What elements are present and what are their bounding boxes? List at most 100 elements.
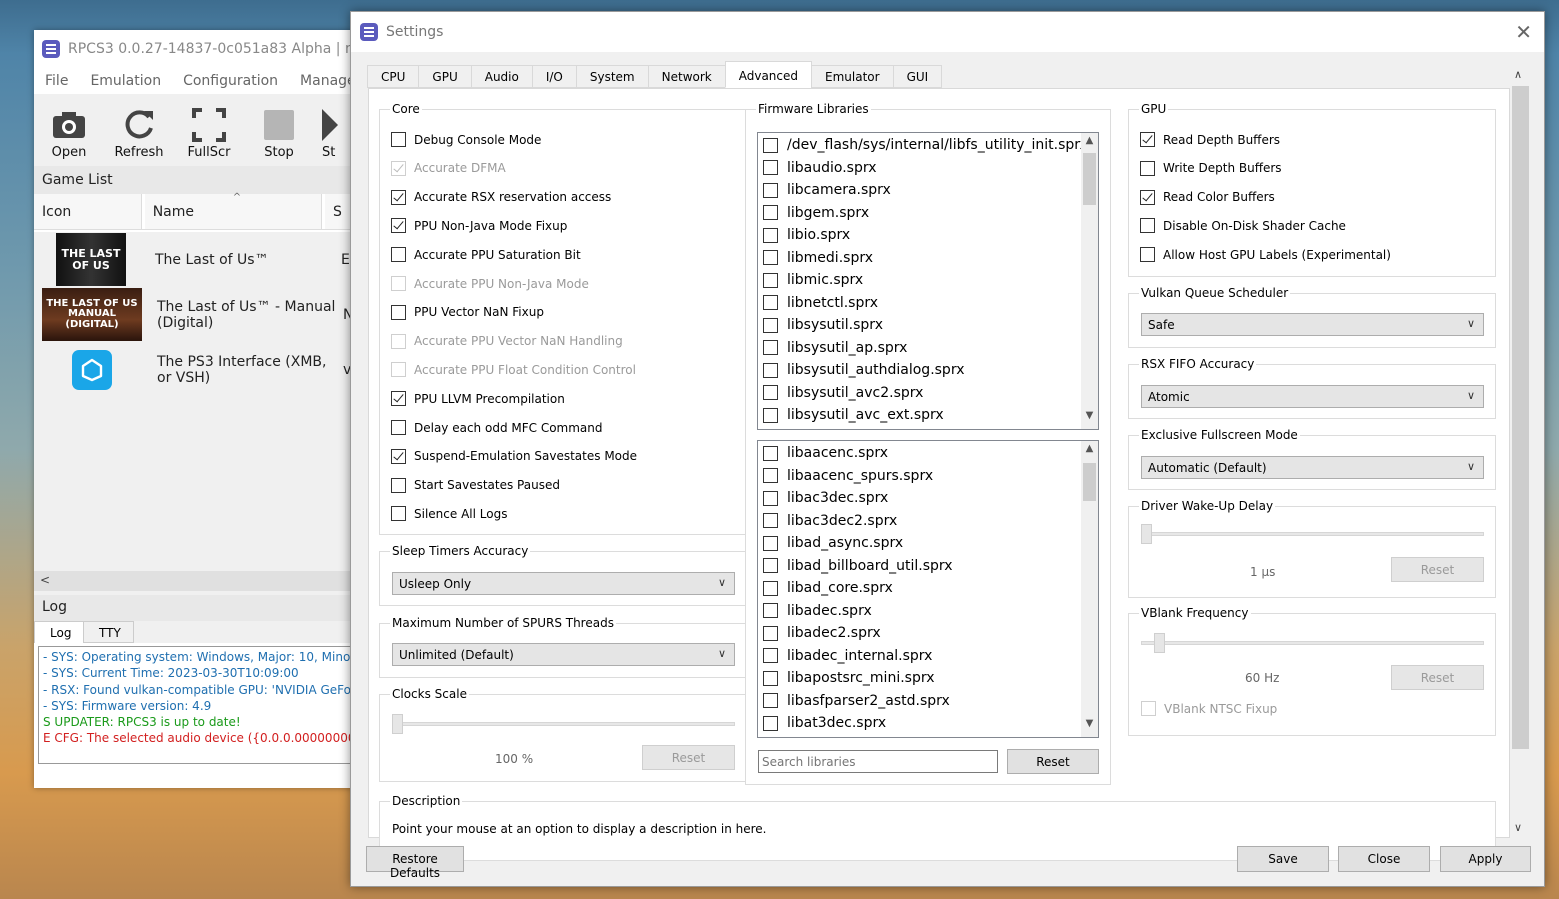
column-icon[interactable]: Icon [34, 194, 142, 229]
library-item[interactable]: libapostsrc_mini.sprx [758, 667, 1098, 690]
close-icon[interactable]: ✕ [1515, 20, 1532, 44]
library-item[interactable]: /dev_flash/sys/internal/libfs_utility_in… [758, 134, 1098, 157]
option-checkbox[interactable]: Debug Console Mode [391, 132, 541, 147]
tab-tty[interactable]: TTY [84, 621, 134, 643]
library-item[interactable]: libadec_internal.sprx [758, 645, 1098, 668]
scroll-thumb[interactable] [1083, 463, 1096, 501]
firmware-reset-button[interactable]: Reset [1007, 749, 1099, 774]
apply-button[interactable]: Apply [1440, 846, 1531, 872]
option-checkbox[interactable]: Accurate RSX reservation access [391, 189, 611, 205]
tab-advanced[interactable]: Advanced [724, 61, 813, 88]
library-item[interactable]: libio.sprx [758, 224, 1098, 247]
horizontal-scrollbar[interactable]: < [34, 571, 364, 591]
option-checkbox[interactable]: PPU LLVM Precompilation [391, 391, 565, 407]
clocks-slider-handle[interactable] [392, 714, 403, 734]
vulkan-queue-select[interactable]: Safe ∨ [1141, 313, 1484, 336]
close-button[interactable]: Close [1338, 846, 1430, 872]
option-checkbox[interactable]: Accurate PPU Non-Java Mode [391, 276, 589, 291]
tab-emulator[interactable]: Emulator [811, 65, 894, 88]
clocks-slider[interactable] [392, 722, 735, 726]
column-name[interactable]: Name ^ [144, 192, 323, 229]
menu-configuration[interactable]: Configuration [172, 73, 289, 89]
start-button[interactable]: St [314, 105, 344, 160]
library-item[interactable]: libat3dec.sprx [758, 712, 1098, 735]
library-item[interactable]: libnetctl.sprx [758, 292, 1098, 315]
game-row[interactable]: THE LAST OF US MANUAL (DIGITAL) The Last… [34, 287, 364, 342]
option-checkbox[interactable]: Read Color Buffers [1140, 189, 1275, 205]
library-item[interactable]: libasfparser2_astd.sprx [758, 690, 1098, 713]
fullscreen-select[interactable]: Automatic (Default) ∨ [1141, 456, 1484, 479]
game-row[interactable]: The PS3 Interface (XMB, or VSH) v [34, 342, 364, 397]
option-checkbox[interactable]: PPU Vector NaN Fixup [391, 304, 544, 320]
fullscreen-button[interactable]: FullScr [174, 105, 244, 160]
option-checkbox[interactable]: Disable On-Disk Shader Cache [1140, 218, 1346, 234]
open-button[interactable]: Open [34, 105, 104, 160]
tab-log[interactable]: Log [34, 621, 84, 643]
wakeup-reset-button[interactable]: Reset [1391, 557, 1484, 582]
search-libraries-input[interactable] [758, 750, 998, 773]
option-checkbox[interactable]: Accurate PPU Saturation Bit [391, 247, 581, 263]
firmware-list-scrollbar[interactable]: ▲ ▼ [1081, 133, 1098, 429]
scroll-up-icon[interactable]: ∧ [1514, 68, 1522, 81]
option-checkbox[interactable]: Accurate DFMA [391, 160, 506, 176]
wakeup-slider[interactable] [1141, 532, 1484, 536]
library-item[interactable]: libsysutil_avc2.sprx [758, 382, 1098, 405]
save-button[interactable]: Save [1237, 846, 1329, 872]
tab-network[interactable]: Network [647, 65, 726, 88]
vblank-ntsc-checkbox[interactable]: VBlank NTSC Fixup [1141, 701, 1277, 716]
option-checkbox[interactable]: Allow Host GPU Labels (Experimental) [1140, 247, 1391, 263]
log-output[interactable]: - SYS: Operating system: Windows, Major:… [38, 646, 360, 764]
option-checkbox[interactable]: PPU Non-Java Mode Fixup [391, 218, 567, 234]
firmware-list-2-scrollbar[interactable]: ▲ ▼ [1081, 441, 1098, 737]
library-item[interactable]: libaudio.sprx [758, 157, 1098, 180]
library-item[interactable]: libmic.sprx [758, 269, 1098, 292]
library-item[interactable]: libcamera.sprx [758, 179, 1098, 202]
library-item[interactable]: libadec2.sprx [758, 622, 1098, 645]
clocks-reset-button[interactable]: Reset [642, 745, 735, 770]
library-item[interactable]: libad_async.sprx [758, 532, 1098, 555]
library-item[interactable]: libmedi.sprx [758, 247, 1098, 270]
library-item[interactable]: libadec.sprx [758, 600, 1098, 623]
scroll-thumb[interactable] [1083, 153, 1096, 205]
library-item[interactable]: libad_core.sprx [758, 577, 1098, 600]
scroll-thumb[interactable] [1512, 86, 1529, 749]
firmware-list-2[interactable]: libaacenc.sprx libaacenc_spurs.sprx libac3… [757, 440, 1099, 738]
library-item[interactable]: libac3dec2.sprx [758, 510, 1098, 533]
firmware-list[interactable]: /dev_flash/sys/internal/libfs_utility_in… [757, 132, 1099, 430]
library-item[interactable]: libsysutil.sprx [758, 314, 1098, 337]
wakeup-slider-handle[interactable] [1141, 524, 1152, 544]
scroll-down-icon[interactable]: ▼ [1081, 718, 1098, 735]
menu-emulation[interactable]: Emulation [79, 73, 172, 89]
rsx-fifo-select[interactable]: Atomic ∨ [1141, 385, 1484, 408]
spurs-select[interactable]: Unlimited (Default) ∨ [392, 643, 735, 666]
settings-scrollbar[interactable]: ∧ ∨ [1511, 66, 1529, 836]
library-item[interactable]: libgem.sprx [758, 202, 1098, 225]
tab-io[interactable]: I/O [531, 65, 577, 88]
library-item[interactable]: libsysutil_authdialog.sprx [758, 359, 1098, 382]
sleep-timers-select[interactable]: Usleep Only ∨ [392, 572, 735, 595]
scroll-up-icon[interactable]: ▲ [1081, 135, 1098, 152]
tab-audio[interactable]: Audio [470, 65, 533, 88]
option-checkbox[interactable]: Delay each odd MFC Command [391, 420, 603, 435]
option-checkbox[interactable]: Write Depth Buffers [1140, 160, 1282, 176]
vblank-slider-handle[interactable] [1154, 633, 1165, 653]
tab-system[interactable]: System [575, 65, 649, 88]
refresh-button[interactable]: Refresh [104, 105, 174, 160]
option-checkbox[interactable]: Start Savestates Paused [391, 477, 560, 493]
library-item[interactable]: libad_billboard_util.sprx [758, 555, 1098, 578]
option-checkbox[interactable]: Read Depth Buffers [1140, 132, 1280, 147]
scroll-up-icon[interactable]: ▲ [1081, 443, 1098, 460]
scroll-down-icon[interactable]: ▼ [1081, 410, 1098, 427]
stop-button[interactable]: Stop [244, 105, 314, 160]
option-checkbox[interactable]: Accurate PPU Vector NaN Handling [391, 333, 623, 349]
library-item[interactable]: libsysutil_avc_ext.sprx [758, 404, 1098, 427]
tab-gpu[interactable]: GPU [418, 65, 472, 88]
library-item[interactable]: libaacenc_spurs.sprx [758, 465, 1098, 488]
restore-defaults-button[interactable]: Restore Defaults [366, 846, 464, 880]
option-checkbox[interactable]: Suspend-Emulation Savestates Mode [391, 448, 637, 464]
tab-cpu[interactable]: CPU [367, 65, 420, 88]
library-item[interactable]: libsysutil_ap.sprx [758, 337, 1098, 360]
library-item[interactable]: libaacenc.sprx [758, 442, 1098, 465]
option-checkbox[interactable]: Accurate PPU Float Condition Control [391, 362, 636, 378]
scroll-left-icon[interactable]: < [40, 573, 50, 587]
